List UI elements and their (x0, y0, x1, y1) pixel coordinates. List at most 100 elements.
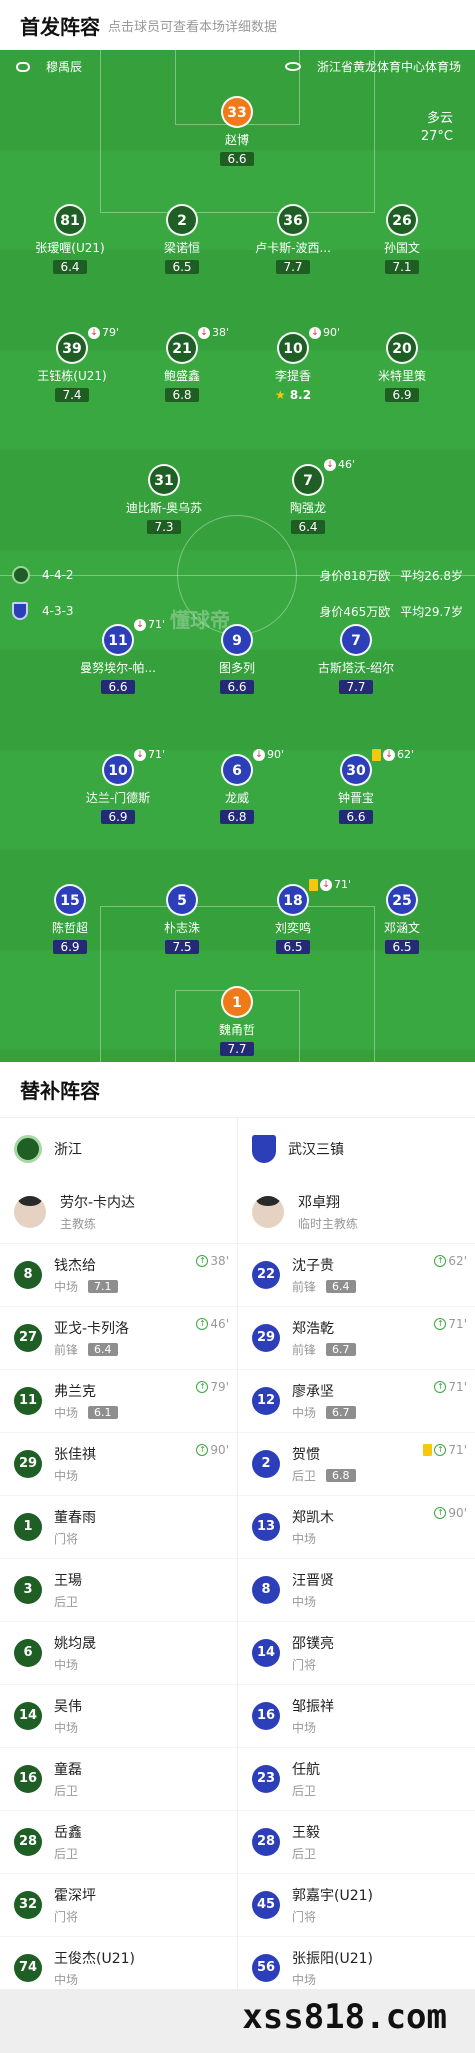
home-player[interactable]: 10 ↓ 90' 李提香 ★ 8.2 (233, 326, 353, 403)
sub-player-row[interactable]: 3 王瑒 后卫 (0, 1559, 237, 1622)
away-subs-team[interactable]: 武汉三镇 (238, 1118, 475, 1180)
player-name: 古斯塔沃-绍尔 (317, 661, 395, 675)
away-player[interactable]: 18 ↓ 71' 刘奕鸣 6.5 (233, 878, 353, 955)
sub-player-row[interactable]: 11 弗兰克 中场 6.1 ↑ 79' (0, 1370, 237, 1433)
player-name: 朴志洙 (163, 921, 200, 935)
away-player[interactable]: 30 ↓ 62' 钟晋宝 6.6 (296, 748, 416, 825)
sub-player-row[interactable]: 8 钱杰给 中场 7.1 ↑ 38' (0, 1244, 237, 1307)
sub-player-number: 27 (14, 1324, 42, 1352)
sub-player-row[interactable]: 29 郑浩乾 前锋 6.7 ↑ 71' (238, 1307, 475, 1370)
sub-player-row[interactable]: 23 任航 后卫 (238, 1748, 475, 1811)
home-subs-team[interactable]: 浙江 (0, 1118, 237, 1180)
player-rating: 6.4 (291, 520, 325, 534)
rating-value: 7.7 (283, 260, 303, 274)
sub-event: ↓ 79' (88, 326, 119, 339)
home-player[interactable]: 26 孙国文 7.1 (342, 204, 462, 275)
sub-player-name: 邹振祥 (292, 1699, 334, 1715)
home-player[interactable]: 31 迪比斯-奥乌苏 7.3 (104, 464, 224, 535)
away-player[interactable]: 9 图多列 6.6 (177, 624, 297, 695)
away-player[interactable]: 5 朴志洙 7.5 (122, 884, 242, 955)
away-player[interactable]: 25 邓涵文 6.5 (342, 884, 462, 955)
sub-player-row[interactable]: 28 王毅 后卫 (238, 1811, 475, 1874)
sub-in-minute: 90' (210, 1443, 229, 1457)
away-team-summary: 4-3-3 身价465万欧 平均29.7岁 (0, 594, 475, 628)
rating-value: 6.9 (60, 940, 80, 954)
home-player[interactable]: 36 卢卡斯-波西... 7.7 (233, 204, 353, 275)
sub-player-row[interactable]: 13 郑凯木 中场 ↑ 90' (238, 1496, 475, 1559)
sub-player-row[interactable]: 45 郭嘉宇(U21) 门将 (238, 1874, 475, 1937)
sub-player-name: 王毅 (292, 1825, 320, 1841)
sub-player-name: 董春雨 (54, 1510, 96, 1526)
home-player[interactable]: 21 ↓ 38' 鲍盛鑫 6.8 (122, 326, 242, 403)
player-name: 卢卡斯-波西... (255, 241, 331, 255)
away-player[interactable]: 15 陈哲超 6.9 (10, 884, 130, 955)
player-name: 迪比斯-奥乌苏 (125, 501, 203, 515)
away-player[interactable]: 11 ↓ 71' 曼努埃尔-帕... 6.6 (58, 618, 178, 695)
home-subs-column: 浙江 劳尔-卡内达 主教练 8 钱杰给 中场 7.1 ↑ 38' 27 亚戈-卡列洛 前锋 6.4… (0, 1118, 237, 2000)
player-number: 20 (386, 332, 418, 364)
lineup-title: 首发阵容 (20, 14, 100, 39)
player-rating: 7.3 (147, 520, 181, 534)
rating-value: 7.4 (62, 388, 82, 402)
sub-player-number: 74 (14, 1954, 42, 1982)
sub-out-icon: ↓ (253, 748, 265, 761)
home-coach[interactable]: 劳尔-卡内达 主教练 (0, 1180, 237, 1244)
away-coach[interactable]: 邓卓翔 临时主教练 (238, 1180, 475, 1244)
yellow-card-icon (372, 748, 381, 761)
sub-player-rating: 6.1 (88, 1406, 118, 1419)
player-name: 曼努埃尔-帕... (80, 661, 156, 675)
sub-player-row[interactable]: 12 廖承坚 中场 6.7 ↑ 71' (238, 1370, 475, 1433)
sub-player-number: 14 (14, 1702, 42, 1730)
sub-player-row[interactable]: 1 董春雨 门将 (0, 1496, 237, 1559)
sub-event: ↓ 90' (309, 326, 340, 339)
sub-player-row[interactable]: 32 霍深坪 门将 (0, 1874, 237, 1937)
home-player[interactable]: 20 米特里策 6.9 (342, 332, 462, 403)
sub-player-position: 门将 (54, 1910, 79, 1924)
player-name: 陶强龙 (289, 501, 326, 515)
home-player[interactable]: 2 梁诺恒 6.5 (122, 204, 242, 275)
away-age: 平均29.7岁 (400, 604, 463, 619)
sub-in-icon: ↑ (196, 1318, 209, 1330)
player-name: 梁诺恒 (163, 241, 200, 255)
home-player[interactable]: 81 张瑷喱(U21) 6.4 (10, 204, 130, 275)
sub-player-position: 中场 (292, 1595, 317, 1609)
sub-player-row[interactable]: 16 童磊 后卫 (0, 1748, 237, 1811)
rating-value: 7.5 (172, 940, 192, 954)
sub-minute: 90' (323, 326, 341, 339)
sub-player-rating: 6.4 (326, 1280, 356, 1293)
sub-event: ↓ 38' (198, 326, 229, 339)
rating-value: 6.9 (392, 388, 412, 402)
player-number: 30 (340, 754, 372, 786)
footer-watermark: xss818.com (242, 1997, 447, 2037)
away-player[interactable]: 7 古斯塔沃-绍尔 7.7 (296, 624, 416, 695)
away-player[interactable]: 1 魏甬哲 7.7 (177, 986, 297, 1057)
sub-player-row[interactable]: 27 亚戈-卡列洛 前锋 6.4 ↑ 46' (0, 1307, 237, 1370)
sub-event: ↓ 90' (253, 748, 284, 761)
sub-player-name: 郭嘉宇(U21) (292, 1888, 373, 1904)
home-player[interactable]: 39 ↓ 79' 王钰栋(U21) 7.4 (12, 326, 132, 403)
player-number: 33 (221, 96, 253, 128)
sub-in-icon: ↑ (434, 1507, 447, 1519)
sub-player-name: 钱杰给 (54, 1258, 96, 1274)
sub-player-row[interactable]: 28 岳鑫 后卫 (0, 1811, 237, 1874)
sub-in-event: ↑ 38' (196, 1254, 229, 1268)
away-player[interactable]: 10 ↓ 71' 达兰-门德斯 6.9 (58, 748, 178, 825)
sub-player-row[interactable]: 6 姚均晟 中场 (0, 1622, 237, 1685)
home-player[interactable]: 7 ↓ 46' 陶强龙 6.4 (248, 458, 368, 535)
sub-player-row[interactable]: 14 邵镤亮 门将 (238, 1622, 475, 1685)
sub-player-row[interactable]: 29 张佳祺 中场 ↑ 90' (0, 1433, 237, 1496)
sub-player-row[interactable]: 16 邹振祥 中场 (238, 1685, 475, 1748)
sub-player-row[interactable]: 22 沈子贵 前锋 6.4 ↑ 62' (238, 1244, 475, 1307)
player-number: 9 (221, 624, 253, 656)
home-badge-icon (14, 1135, 42, 1163)
sub-player-row[interactable]: 14 吴伟 中场 (0, 1685, 237, 1748)
sub-player-row[interactable]: 2 贺惯 后卫 6.8 ↑ 71' (238, 1433, 475, 1496)
sub-player-number: 2 (252, 1450, 280, 1478)
sub-player-position: 后卫 (292, 1784, 317, 1798)
sub-player-row[interactable]: 8 汪晋贤 中场 (238, 1559, 475, 1622)
away-player[interactable]: 6 ↓ 90' 龙威 6.8 (177, 748, 297, 825)
player-number: 2 (166, 204, 198, 236)
home-player[interactable]: 33 赵博 6.6 (177, 96, 297, 167)
sub-player-name: 王瑒 (54, 1573, 82, 1589)
sub-player-position: 前锋 (292, 1280, 317, 1294)
